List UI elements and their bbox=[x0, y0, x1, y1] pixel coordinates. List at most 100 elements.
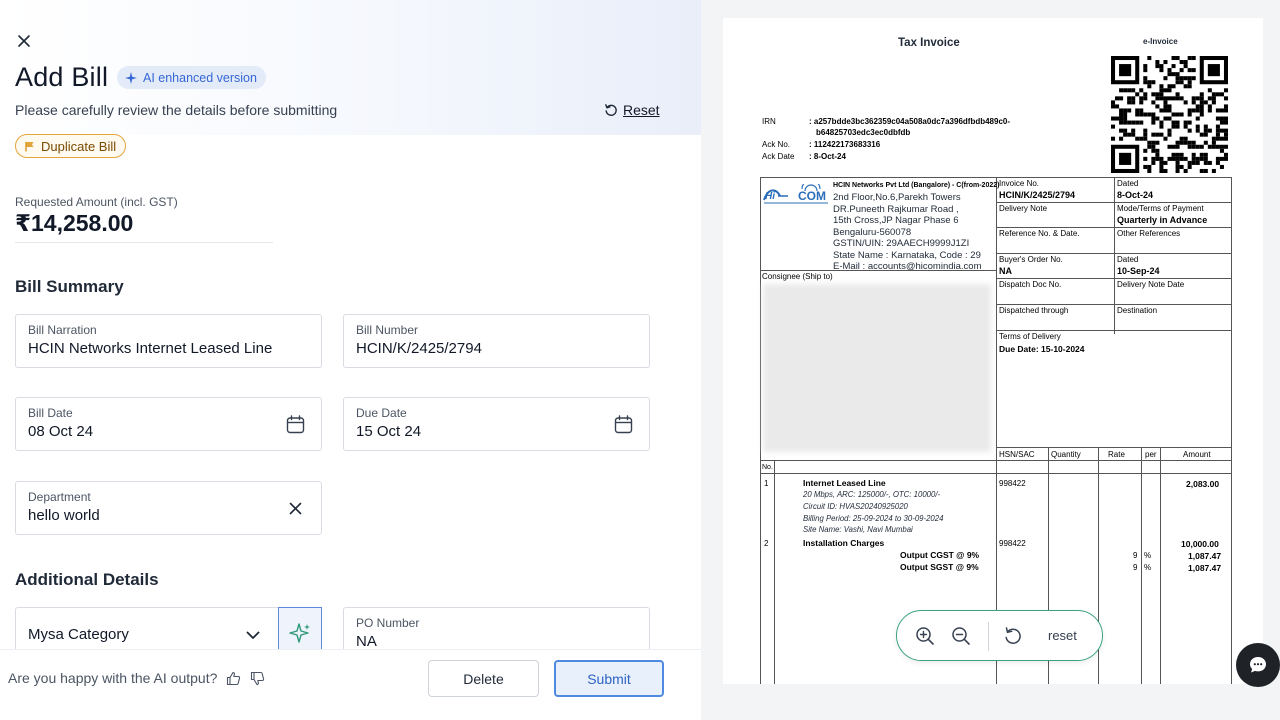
bill-number-field[interactable]: Bill Number HCIN/K/2425/2794 bbox=[343, 314, 650, 368]
col-quantity: Quantity bbox=[1051, 450, 1081, 459]
delete-button[interactable]: Delete bbox=[428, 660, 539, 697]
po-number-value: NA bbox=[356, 633, 377, 650]
calendar-icon bbox=[286, 414, 304, 433]
zoom-in-icon bbox=[916, 627, 934, 645]
consignee-label: Consignee (Ship to) bbox=[762, 272, 833, 281]
invoice-no-value: HCIN/K/2425/2794 bbox=[999, 190, 1076, 200]
thumbs-down-icon[interactable] bbox=[249, 670, 265, 686]
invoice-document[interactable]: Tax Invoice e-Invoice IRN : a257bdde3bc3… bbox=[723, 18, 1263, 684]
bill-date-field[interactable]: Bill Date 08 Oct 24 bbox=[15, 397, 322, 451]
divider bbox=[760, 473, 1232, 474]
redacted-address bbox=[763, 284, 991, 452]
zoom-reset-button[interactable]: reset bbox=[1048, 628, 1077, 643]
dispatch-doc-label: Dispatch Doc No. bbox=[999, 280, 1062, 289]
dispatched-through-label: Dispatched through bbox=[999, 306, 1069, 315]
col-hsn: HSN/SAC bbox=[999, 450, 1035, 459]
buyers-order-label: Buyer's Order No. bbox=[999, 255, 1063, 264]
requested-amount-label: Requested Amount (incl. GST) bbox=[15, 195, 178, 209]
category-select-value: Mysa Category bbox=[28, 626, 129, 643]
destination-label: Destination bbox=[1117, 306, 1158, 315]
divider bbox=[1141, 447, 1142, 684]
divider bbox=[774, 460, 775, 684]
bill-narration-value: HCIN Networks Internet Leased Line bbox=[28, 340, 273, 357]
reference-label: Reference No. & Date. bbox=[999, 229, 1080, 238]
dated-label: Dated bbox=[1117, 179, 1139, 188]
rotate-button[interactable] bbox=[1001, 624, 1025, 648]
item-desc-line: Circuit ID: HVAS20240925020 bbox=[803, 501, 908, 511]
dated-value: 8-Oct-24 bbox=[1117, 190, 1154, 200]
cgst-amount: 1,087.47 bbox=[1188, 551, 1222, 561]
reset-icon bbox=[605, 104, 617, 116]
submit-button[interactable]: Submit bbox=[554, 660, 664, 697]
seller-line: DR.Puneeth Rajkumar Road , bbox=[833, 203, 959, 215]
close-button[interactable] bbox=[14, 31, 34, 51]
seller-line: GSTIN/UIN: 29AAECH9999J1ZI bbox=[833, 238, 970, 249]
chat-button[interactable] bbox=[1236, 643, 1280, 687]
divider bbox=[760, 460, 1232, 461]
delivery-note-date-label: Delivery Note Date bbox=[1117, 280, 1185, 289]
col-no: No. bbox=[762, 464, 773, 471]
bill-narration-field[interactable]: Bill Narration HCIN Networks Internet Le… bbox=[15, 314, 322, 368]
page-title: Add Bill bbox=[15, 62, 109, 92]
sparkle-icon bbox=[125, 71, 137, 84]
duplicate-bill-label: Duplicate Bill bbox=[41, 138, 117, 154]
seller-address: 2nd Floor,No.6,Parekh Towers DR.Puneeth … bbox=[833, 192, 982, 273]
item-1-amount: 2,083.00 bbox=[1186, 479, 1220, 489]
due-date-value: 15 Oct 24 bbox=[356, 423, 422, 440]
item-1-name: Internet Leased Line bbox=[803, 478, 886, 488]
item-2-hsn: 998422 bbox=[999, 539, 1026, 548]
department-label: Department bbox=[28, 490, 91, 504]
invoice-no-label: Invoice No. bbox=[999, 179, 1040, 188]
item-1-no: 1 bbox=[764, 479, 769, 488]
due-date-picker[interactable] bbox=[613, 414, 633, 434]
zoom-in-button[interactable] bbox=[913, 624, 937, 648]
chevron-down-icon bbox=[244, 626, 262, 644]
bill-date-picker[interactable] bbox=[285, 414, 305, 434]
add-bill-panel: Add Bill AI enhanced version Please care… bbox=[0, 0, 701, 720]
due-date-label: Due Date bbox=[356, 406, 407, 420]
bill-date-value: 08 Oct 24 bbox=[28, 423, 94, 440]
bill-number-label: Bill Number bbox=[356, 323, 419, 337]
svg-text:Hi: Hi bbox=[765, 191, 775, 202]
clear-icon bbox=[289, 502, 301, 514]
chat-icon bbox=[1250, 657, 1266, 673]
department-value: hello world bbox=[28, 507, 100, 524]
reset-label: Reset bbox=[623, 102, 660, 118]
ai-badge-label: AI enhanced version bbox=[143, 70, 257, 85]
ai-enhanced-badge: AI enhanced version bbox=[117, 66, 266, 89]
item-desc-line: Site Name: Vashi, Navi Mumbai bbox=[803, 525, 913, 535]
item-2-amount: 10,000.00 bbox=[1181, 539, 1219, 549]
ack-date-value: : 8-Oct-24 bbox=[809, 152, 846, 161]
clear-department-button[interactable] bbox=[285, 498, 305, 518]
divider bbox=[1114, 177, 1115, 334]
seller-line: State Name : Karnataka, Code : 29 bbox=[833, 249, 981, 261]
other-references-label: Other References bbox=[1117, 229, 1181, 238]
col-per: per bbox=[1145, 450, 1157, 459]
e-invoice-label: e-Invoice bbox=[1143, 37, 1178, 46]
divider bbox=[988, 622, 989, 651]
dated2-label: Dated bbox=[1117, 255, 1139, 264]
page-subtitle: Please carefully review the details befo… bbox=[15, 102, 338, 118]
ack-no-label: Ack No. bbox=[762, 140, 791, 149]
seller-line: Bengaluru-560078 bbox=[833, 226, 912, 238]
irn-value-2: b64825703edc3ec0dbfdb bbox=[816, 128, 911, 137]
col-rate: Rate bbox=[1108, 450, 1125, 459]
sgst-rate: 9 bbox=[1133, 563, 1138, 572]
bill-narration-label: Bill Narration bbox=[28, 323, 97, 337]
hicom-logo: Hi COM bbox=[763, 184, 828, 204]
department-field[interactable]: Department hello world bbox=[15, 481, 322, 535]
divider bbox=[996, 447, 1232, 448]
reset-button[interactable]: Reset bbox=[604, 102, 660, 118]
svg-text:COM: COM bbox=[798, 189, 826, 203]
due-date-field[interactable]: Due Date 15 Oct 24 bbox=[343, 397, 650, 451]
flag-icon bbox=[25, 141, 34, 151]
po-number-label: PO Number bbox=[356, 616, 420, 630]
zoom-out-button[interactable] bbox=[949, 624, 973, 648]
seller-line: 15th Cross,JP Nagar Phase 6 bbox=[833, 215, 959, 226]
zoom-out-icon bbox=[952, 627, 970, 645]
item-2-name: Installation Charges bbox=[803, 538, 885, 548]
item-desc-line: Billing Period: 25-09-2024 to 30-09-2024 bbox=[803, 513, 944, 523]
thumbs-up-icon[interactable] bbox=[225, 670, 241, 686]
bill-date-label: Bill Date bbox=[28, 406, 73, 420]
dated2-value: 10-Sep-24 bbox=[1117, 266, 1160, 276]
